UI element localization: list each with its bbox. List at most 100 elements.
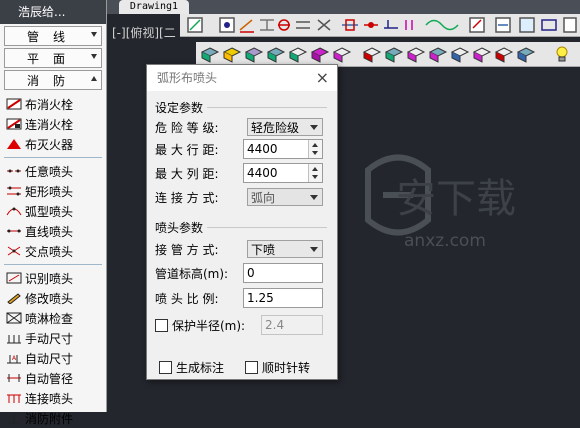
- sidebar-item-line-sprinkler[interactable]: 直线喷头: [0, 221, 106, 241]
- pipe-elev-input[interactable]: 0: [243, 263, 323, 283]
- sidebar-item-connect-hydrant[interactable]: 连消火栓: [0, 114, 106, 134]
- auto-size-icon: A: [6, 352, 22, 364]
- sidebar-item-identify-sprinkler[interactable]: 识别喷头: [0, 268, 106, 288]
- sidebar-item-auto-diameter[interactable]: 自动管径: [0, 368, 106, 388]
- divider: [4, 157, 102, 158]
- viewport-label[interactable]: [-][俯视][二: [112, 24, 176, 41]
- max-row-row: 最 大 行 距:: [155, 139, 251, 159]
- sidebar-item-arc-sprinkler[interactable]: 弧型喷头: [0, 201, 106, 221]
- sidebar-item-label: 连消火栓: [25, 117, 74, 132]
- chevron-down-icon: [310, 247, 318, 252]
- sidebar-item-label: 布消火栓: [25, 97, 74, 112]
- spin-buttons[interactable]: [308, 140, 322, 158]
- dialog-title: 弧形布喷头: [157, 71, 218, 85]
- sidebar-item-label: 布灭火器: [25, 137, 74, 152]
- sidebar-item-cross-sprinkler[interactable]: 交点喷头: [0, 241, 106, 261]
- hazard-label: 危 险 等 级:: [155, 120, 219, 135]
- sidebar-item-rect-sprinkler[interactable]: 矩形喷头: [0, 181, 106, 201]
- watermark-logo: 安下载 anxz.com: [365, 154, 516, 251]
- max-row-label: 最 大 行 距:: [155, 142, 219, 157]
- close-icon[interactable]: ×: [316, 65, 329, 91]
- connect-hydrant-icon: [6, 118, 22, 130]
- protect-row: 保护半径(m):: [155, 315, 268, 335]
- chevron-down-icon: [310, 195, 318, 200]
- category-plan[interactable]: 平面: [4, 48, 102, 68]
- svg-text:A: A: [12, 355, 17, 362]
- sidebar-item-extinguisher[interactable]: 布灭火器: [0, 134, 106, 154]
- sidebar-item-connect-sprinkler[interactable]: 连接喷头: [0, 388, 106, 408]
- category-label: 消防: [26, 73, 79, 88]
- modify-icon: [6, 292, 22, 305]
- dialog-titlebar[interactable]: 弧形布喷头 ×: [147, 65, 337, 91]
- sidebar-item-fire-accessory[interactable]: 消防附件: [0, 408, 106, 428]
- category-fire[interactable]: 消防: [4, 70, 102, 90]
- sidebar-item-modify-sprinkler[interactable]: 修改喷头: [0, 288, 106, 308]
- gen-label-checkbox[interactable]: [159, 361, 172, 374]
- connect-select[interactable]: 弧向: [247, 188, 323, 206]
- watermark-text: 安下载: [396, 176, 516, 222]
- protect-checkbox[interactable]: [155, 318, 168, 332]
- toolbar-top: [180, 14, 580, 37]
- pipe-conn-select[interactable]: 下喷: [247, 240, 323, 258]
- hazard-select[interactable]: 轻危险级: [247, 118, 323, 136]
- ratio-row: 喷 头 比 例:: [155, 288, 251, 308]
- sidebar-item-label: 识别喷头: [25, 271, 74, 286]
- max-col-label: 最 大 列 距:: [155, 166, 219, 181]
- sidebar-item-label: 消防附件: [25, 411, 74, 426]
- any-sprinkler-icon: [6, 165, 22, 177]
- category-label: 平面: [26, 51, 79, 66]
- tab-drawing[interactable]: Drawing1: [119, 0, 189, 14]
- extinguisher-icon: [6, 138, 22, 150]
- sidebar-item-any-sprinkler[interactable]: 任意喷头: [0, 161, 106, 181]
- max-col-row: 最 大 列 距:: [155, 163, 251, 183]
- ratio-label: 喷 头 比 例:: [155, 291, 219, 306]
- gen-label-text: 生成标注: [176, 361, 225, 375]
- clockwise-option[interactable]: 顺时针转: [245, 359, 310, 376]
- max-col-value: 4400: [247, 166, 278, 180]
- sidebar-item-label: 喷淋检查: [25, 311, 74, 326]
- sidebar-item-sprinkler-check[interactable]: 喷淋检查: [0, 308, 106, 328]
- rect-sprinkler-icon: [6, 185, 22, 197]
- toolbar-bottom-icons[interactable]: [196, 42, 580, 66]
- hydrant-icon: [6, 98, 22, 110]
- sidebar-title[interactable]: 浩辰给...: [0, 0, 106, 24]
- gen-label-option[interactable]: 生成标注: [159, 359, 224, 376]
- sidebar-panel: 浩辰给... 管线 平面 消防 布消火栓 连消火栓 布灭火器 任意喷头 矩形喷头…: [0, 0, 107, 426]
- max-col-stepper[interactable]: 4400: [243, 163, 323, 183]
- manual-size-icon: [6, 332, 22, 344]
- chevron-up-icon: [91, 76, 97, 81]
- pipe-elev-row: 管道标高(m):: [155, 263, 251, 283]
- arc-sprinkler-dialog: 弧形布喷头 × 设定参数 危 险 等 级: 轻危险级 最 大 行 距: 4400…: [146, 64, 338, 380]
- sidebar-item-label: 矩形喷头: [25, 184, 74, 199]
- divider: [4, 264, 102, 265]
- max-row-stepper[interactable]: 4400: [243, 139, 323, 159]
- sidebar-item-label: 自动尺寸: [25, 351, 74, 366]
- ratio-input[interactable]: 1.25: [243, 288, 323, 308]
- sidebar-item-label: 连接喷头: [25, 391, 74, 406]
- chevron-down-icon: [91, 54, 97, 59]
- spin-buttons[interactable]: [308, 164, 322, 182]
- clockwise-checkbox[interactable]: [245, 361, 258, 374]
- clockwise-text: 顺时针转: [262, 361, 311, 375]
- connect-label: 连 接 方 式:: [155, 190, 219, 205]
- sidebar-item-manual-size[interactable]: 手动尺寸: [0, 328, 106, 348]
- chevron-down-icon: [310, 125, 318, 130]
- sidebar-item-hydrant[interactable]: 布消火栓: [0, 94, 106, 114]
- pipe-elev-label: 管道标高(m):: [155, 266, 229, 281]
- sidebar-item-label: 修改喷头: [25, 291, 74, 306]
- connect-row: 连 接 方 式:: [155, 187, 251, 207]
- protect-input[interactable]: 2.4: [261, 315, 323, 335]
- sidebar-item-auto-size[interactable]: A 自动尺寸: [0, 348, 106, 368]
- hazard-value: 轻危险级: [251, 121, 300, 135]
- protect-label: 保护半径(m):: [172, 318, 246, 333]
- pipe-conn-label: 接 管 方 式:: [155, 242, 219, 257]
- toolbar-top-icons[interactable]: [180, 14, 580, 36]
- accessory-icon: [6, 412, 22, 424]
- max-row-value: 4400: [247, 142, 278, 156]
- connect-value: 弧向: [251, 191, 276, 205]
- sidebar-item-label: 手动尺寸: [25, 331, 74, 346]
- check-icon: [6, 312, 22, 324]
- category-pipeline[interactable]: 管线: [4, 26, 102, 46]
- category-label: 管线: [26, 29, 79, 44]
- auto-diameter-icon: [6, 372, 22, 384]
